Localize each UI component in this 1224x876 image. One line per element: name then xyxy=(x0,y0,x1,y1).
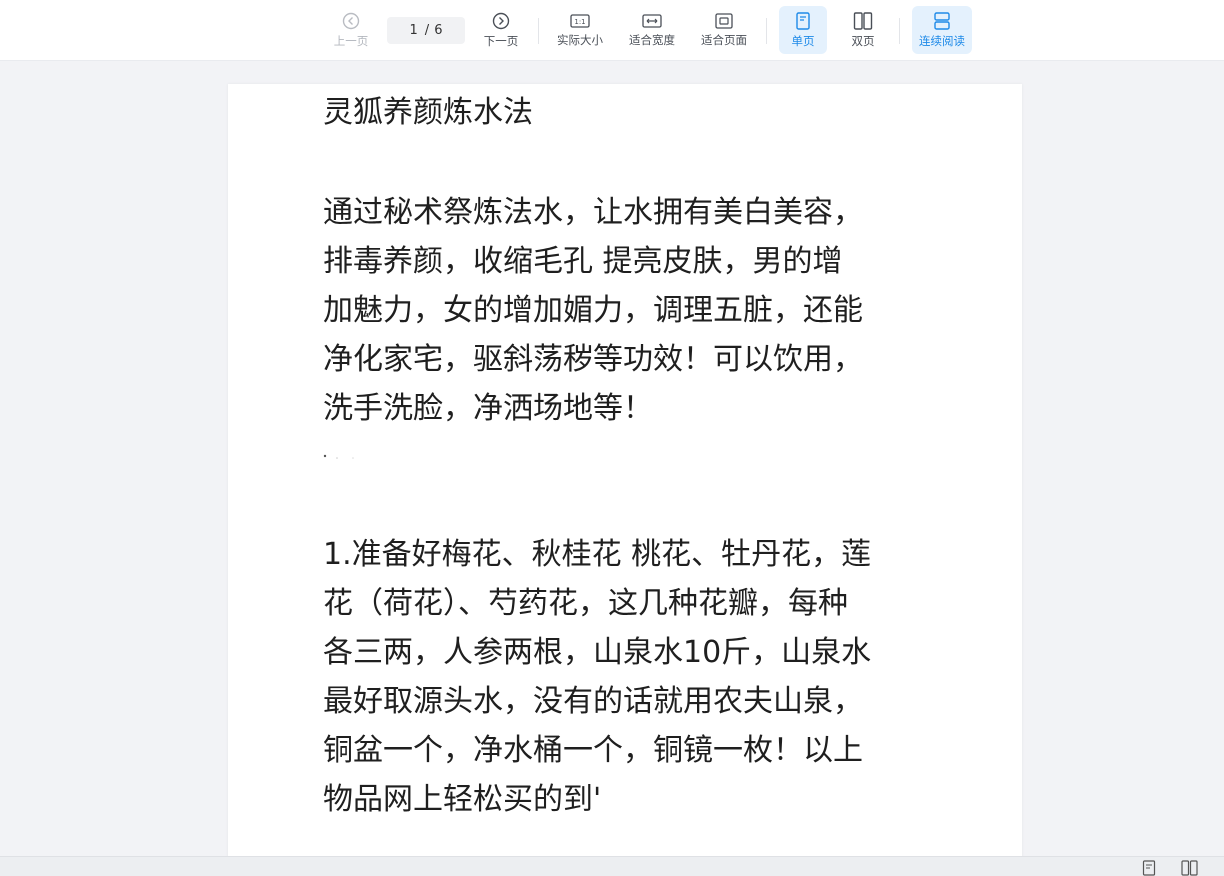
text-line: 最好取源头水，没有的话就用农夫山泉， xyxy=(323,684,863,719)
paragraph-step-1: 1.准备好梅花、秋桂花 桃花、牡丹花，莲 花（荷花）、芍药花，这几种花瓣，每种 … xyxy=(323,530,983,824)
prev-page-label: 上一页 xyxy=(333,33,369,48)
fit-width-label: 适合宽度 xyxy=(629,32,675,47)
fit-page-button[interactable]: 适合页面 xyxy=(694,6,754,54)
toolbar-divider xyxy=(899,18,900,44)
fit-page-label: 适合页面 xyxy=(701,32,747,47)
document-title: 灵狐养颜炼水法 xyxy=(323,95,533,130)
toolbar: 上一页 1 / 6 下一页 1:1 实际大小 适合宽度 适合页面 单页 双页 连… xyxy=(0,0,1224,61)
text-line: 洗手洗脸，净洒场地等！ xyxy=(323,391,653,426)
chevron-left-circle-icon xyxy=(342,12,360,29)
text-line: 物品网上轻松买的到' xyxy=(323,782,602,817)
chevron-right-circle-icon xyxy=(492,12,510,29)
fit-width-icon xyxy=(642,13,662,28)
status-bar xyxy=(0,856,1224,876)
text-line: 花（荷花）、芍药花，这几种花瓣，每种 xyxy=(323,586,848,621)
single-page-view-icon[interactable] xyxy=(1142,860,1156,876)
svg-text:1:1: 1:1 xyxy=(574,18,585,26)
text-line: 排毒养颜，收缩毛孔 提亮皮肤，男的增 xyxy=(323,244,843,279)
toolbar-divider xyxy=(538,18,539,44)
fit-page-icon xyxy=(715,12,733,29)
actual-size-button[interactable]: 1:1 实际大小 xyxy=(550,6,610,54)
continuous-reading-button[interactable]: 连续阅读 xyxy=(912,6,972,54)
document-page: 灵狐养颜炼水法 通过秘术祭炼法水，让水拥有美白美容， 排毒养颜，收缩毛孔 提亮皮… xyxy=(228,84,1022,859)
single-page-icon xyxy=(796,11,810,30)
text-line: 1.准备好梅花、秋桂花 桃花、牡丹花，莲 xyxy=(323,537,872,572)
double-page-button[interactable]: 双页 xyxy=(839,6,887,54)
double-page-view-icon[interactable] xyxy=(1181,860,1198,876)
actual-size-label: 实际大小 xyxy=(557,32,603,47)
prev-page-button[interactable]: 上一页 xyxy=(326,6,376,54)
fit-width-button[interactable]: 适合宽度 xyxy=(622,6,682,54)
paragraph-intro: 通过秘术祭炼法水，让水拥有美白美容， 排毒养颜，收缩毛孔 提亮皮肤，男的增 加魅… xyxy=(323,188,983,433)
page-separator: / xyxy=(424,23,430,38)
text-line: 通过秘术祭炼法水，让水拥有美白美容， xyxy=(323,195,863,230)
next-page-button[interactable]: 下一页 xyxy=(476,6,526,54)
double-page-label: 双页 xyxy=(851,33,875,48)
current-page: 1 xyxy=(409,23,418,38)
text-line: 各三两，人参两根，山泉水10斤，山泉水 xyxy=(323,635,872,670)
total-pages: 6 xyxy=(434,23,443,38)
scan-artifact xyxy=(323,454,354,459)
text-line: 净化家宅，驱斜荡秽等功效！可以饮用， xyxy=(323,342,863,377)
text-line: 铜盆一个，净水桶一个，铜镜一枚！以上 xyxy=(323,733,863,768)
single-page-label: 单页 xyxy=(791,33,815,48)
toolbar-divider xyxy=(766,18,767,44)
page-number-input[interactable]: 1 / 6 xyxy=(387,17,465,44)
next-page-label: 下一页 xyxy=(483,33,519,48)
text-line: 加魅力，女的增加媚力，调理五脏，还能 xyxy=(323,293,863,328)
single-page-button[interactable]: 单页 xyxy=(779,6,827,54)
continuous-reading-label: 连续阅读 xyxy=(919,33,965,48)
actual-size-icon: 1:1 xyxy=(570,13,590,28)
continuous-reading-icon xyxy=(934,11,950,30)
double-page-icon xyxy=(853,11,873,30)
